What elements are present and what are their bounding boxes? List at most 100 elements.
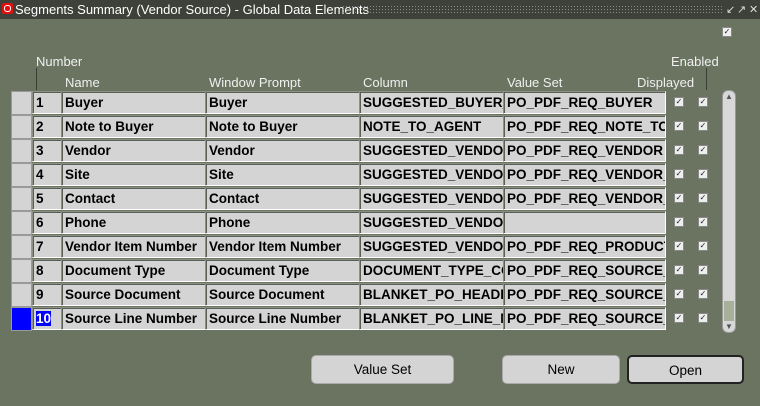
cell-value-set[interactable]: PO_PDF_REQ_SOURCE_ <box>503 283 666 306</box>
cell-number[interactable]: 10 <box>32 307 62 330</box>
cell-column[interactable]: SUGGESTED_VENDOR <box>359 211 504 234</box>
cell-text: SUGGESTED_VENDOR <box>363 239 504 254</box>
cell-name[interactable]: Source Line Number <box>61 307 206 330</box>
enabled-checkbox[interactable]: ✓ <box>698 121 708 131</box>
cell-prompt[interactable]: Buyer <box>205 91 360 114</box>
cell-prompt[interactable]: Site <box>205 163 360 186</box>
cell-value-set[interactable]: PO_PDF_REQ_BUYER <box>503 91 666 114</box>
cell-text: Source Document <box>65 287 181 302</box>
cell-prompt[interactable]: Phone <box>205 211 360 234</box>
displayed-checkbox[interactable]: ✓ <box>674 241 684 251</box>
cell-column[interactable]: SUGGESTED_VENDOR <box>359 235 504 258</box>
displayed-checkbox[interactable]: ✓ <box>674 193 684 203</box>
displayed-checkbox[interactable]: ✓ <box>674 265 684 275</box>
open-button[interactable]: Open <box>627 355 744 384</box>
displayed-checkbox[interactable]: ✓ <box>674 145 684 155</box>
enabled-checkbox[interactable]: ✓ <box>698 241 708 251</box>
enabled-checkbox[interactable]: ✓ <box>698 265 708 275</box>
cell-value-set[interactable]: PO_PDF_REQ_PRODUCT <box>503 235 666 258</box>
cell-prompt[interactable]: Source Document <box>205 283 360 306</box>
cell-name[interactable]: Vendor Item Number <box>61 235 206 258</box>
cell-value-set[interactable]: PO_PDF_REQ_NOTE_TO <box>503 115 666 138</box>
maximize-icon[interactable]: ↗ <box>737 1 746 20</box>
cell-text: PO_PDF_REQ_VENDOR_ <box>507 167 666 182</box>
title-bar: Segments Summary (Vendor Source) - Globa… <box>0 0 760 19</box>
value-set-button[interactable]: Value Set <box>311 355 454 384</box>
cell-text: 4 <box>36 167 44 182</box>
cell-value-set[interactable]: PO_PDF_REQ_VENDOR_ <box>503 187 666 210</box>
cell-value-set[interactable]: PO_PDF_REQ_VENDOR_ <box>503 163 666 186</box>
enabled-checkbox[interactable]: ✓ <box>698 97 708 107</box>
cell-column[interactable]: BLANKET_PO_LINE_N <box>359 307 504 330</box>
displayed-checkbox[interactable]: ✓ <box>674 313 684 323</box>
enabled-checkbox[interactable]: ✓ <box>698 289 708 299</box>
enabled-checkbox[interactable]: ✓ <box>698 313 708 323</box>
row-selector[interactable] <box>11 283 32 307</box>
displayed-checkbox[interactable]: ✓ <box>674 169 684 179</box>
cell-text: 3 <box>36 143 44 158</box>
cell-number[interactable]: 1 <box>32 91 62 114</box>
close-icon[interactable]: ✕ <box>749 1 758 20</box>
folder-checkbox[interactable]: ✓ <box>722 27 732 37</box>
cell-column[interactable]: BLANKET_PO_HEADE <box>359 283 504 306</box>
cell-column[interactable]: SUGGESTED_VENDOR <box>359 163 504 186</box>
cell-name[interactable]: Note to Buyer <box>61 115 206 138</box>
cell-prompt[interactable]: Note to Buyer <box>205 115 360 138</box>
cell-value-set[interactable] <box>503 211 666 234</box>
cell-value-set[interactable]: PO_PDF_REQ_SOURCE_ <box>503 259 666 282</box>
row-selector[interactable] <box>11 187 32 211</box>
cell-text: NOTE_TO_AGENT <box>363 119 482 134</box>
cell-name[interactable]: Source Document <box>61 283 206 306</box>
cell-value-set[interactable]: PO_PDF_REQ_SOURCE_ <box>503 307 666 330</box>
cell-text: BLANKET_PO_HEADE <box>363 287 504 302</box>
row-selector[interactable] <box>11 259 32 283</box>
cell-number[interactable]: 2 <box>32 115 62 138</box>
cell-prompt[interactable]: Vendor Item Number <box>205 235 360 258</box>
row-selector[interactable] <box>11 307 32 331</box>
cell-column[interactable]: NOTE_TO_AGENT <box>359 115 504 138</box>
cell-column[interactable]: SUGGESTED_VENDOR <box>359 139 504 162</box>
scroll-up-icon[interactable]: ▲ <box>725 92 733 101</box>
cell-name[interactable]: Phone <box>61 211 206 234</box>
cell-prompt[interactable]: Source Line Number <box>205 307 360 330</box>
enabled-checkbox[interactable]: ✓ <box>698 145 708 155</box>
enabled-checkbox[interactable]: ✓ <box>698 193 708 203</box>
enabled-checkbox[interactable]: ✓ <box>698 217 708 227</box>
displayed-checkbox[interactable]: ✓ <box>674 121 684 131</box>
displayed-checkbox[interactable]: ✓ <box>674 217 684 227</box>
cell-column[interactable]: SUGGESTED_BUYER_ <box>359 91 504 114</box>
cell-number[interactable]: 4 <box>32 163 62 186</box>
cell-number[interactable]: 8 <box>32 259 62 282</box>
row-selector[interactable] <box>11 211 32 235</box>
vertical-scrollbar[interactable]: ▲ ▼ <box>722 90 736 333</box>
cell-column[interactable]: SUGGESTED_VENDOR <box>359 187 504 210</box>
cell-value-set[interactable]: PO_PDF_REQ_VENDOR <box>503 139 666 162</box>
cell-name[interactable]: Contact <box>61 187 206 210</box>
cell-column[interactable]: DOCUMENT_TYPE_CO <box>359 259 504 282</box>
new-button[interactable]: New <box>502 355 620 384</box>
cell-prompt[interactable]: Contact <box>205 187 360 210</box>
row-selector[interactable] <box>11 163 32 187</box>
row-selector[interactable] <box>11 139 32 163</box>
minimize-icon[interactable]: ↙ <box>726 1 735 20</box>
displayed-checkbox[interactable]: ✓ <box>674 289 684 299</box>
row-selector[interactable] <box>11 235 32 259</box>
cell-prompt[interactable]: Vendor <box>205 139 360 162</box>
displayed-checkbox[interactable]: ✓ <box>674 97 684 107</box>
cell-number[interactable]: 9 <box>32 283 62 306</box>
row-selector[interactable] <box>11 115 32 139</box>
cell-name[interactable]: Vendor <box>61 139 206 162</box>
cell-number[interactable]: 3 <box>32 139 62 162</box>
cell-number[interactable]: 7 <box>32 235 62 258</box>
cell-name[interactable]: Buyer <box>61 91 206 114</box>
cell-prompt[interactable]: Document Type <box>205 259 360 282</box>
cell-name[interactable]: Document Type <box>61 259 206 282</box>
cell-number[interactable]: 6 <box>32 211 62 234</box>
scroll-thumb[interactable] <box>724 301 734 321</box>
enabled-checkbox[interactable]: ✓ <box>698 169 708 179</box>
cell-name[interactable]: Site <box>61 163 206 186</box>
row-selector[interactable] <box>11 91 32 115</box>
scroll-down-icon[interactable]: ▼ <box>725 322 733 331</box>
cell-text: 9 <box>36 287 44 302</box>
cell-number[interactable]: 5 <box>32 187 62 210</box>
